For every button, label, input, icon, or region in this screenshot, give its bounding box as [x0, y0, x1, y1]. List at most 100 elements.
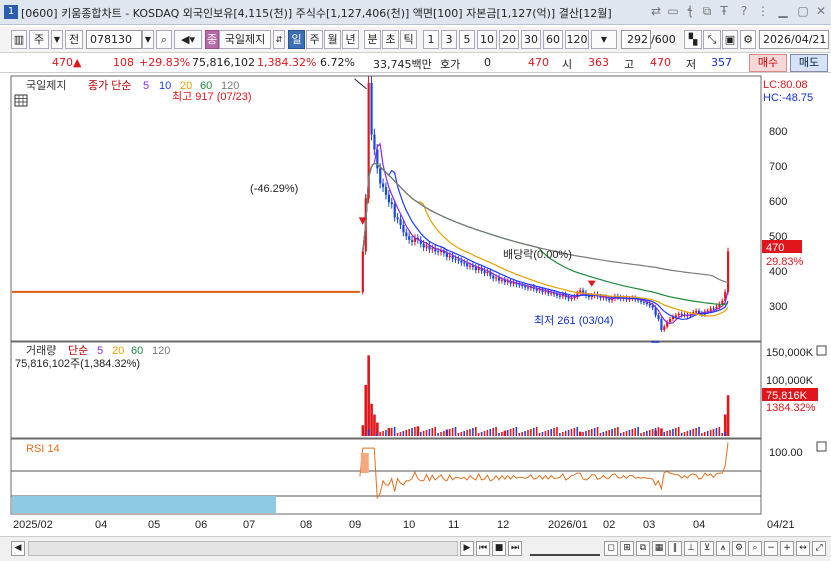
code-dropdown-icon[interactable]: ▼: [142, 30, 154, 49]
price-tick-600: 600: [769, 196, 787, 208]
interval-1[interactable]: 1: [423, 30, 439, 49]
tab-week[interactable]: 주: [306, 30, 323, 49]
stop-icon[interactable]: ■: [492, 541, 506, 556]
candle-body: [645, 302, 649, 304]
help-icon[interactable]: ?: [737, 4, 751, 19]
bottom-scroll-bar: ◀ ▶ ⏮ ■ ⏭ ◻ ⊞ ⧉ ▦ ‖ ⊥ ⊻ ⩚ ⚙ ⌕ − + ↔ ⤢: [0, 536, 831, 561]
interval-60[interactable]: 60: [543, 30, 563, 49]
interval-dropdown[interactable]: ▼: [591, 30, 617, 49]
scroll-track[interactable]: [28, 541, 458, 556]
search-icon[interactable]: ⌕: [156, 30, 172, 49]
period-icon[interactable]: ⊻: [700, 541, 714, 556]
refresh-icon[interactable]: ⇵: [273, 30, 285, 49]
date-input[interactable]: 2026/04/21: [759, 30, 829, 49]
volume-bar-small: [518, 433, 521, 436]
volume-bar-small: [585, 431, 587, 436]
chart-area[interactable]: 국일제지 종가 단순 5 10 20 60 120 LC:80.08 HC:-4…: [0, 74, 831, 536]
volume-bar-small: [564, 431, 567, 436]
volume-bar-small: [440, 432, 442, 436]
fullscreen-icon[interactable]: ⤢: [812, 541, 826, 556]
minimize-icon[interactable]: ▁: [776, 4, 790, 19]
count-input[interactable]: 292: [621, 30, 651, 49]
first-page-icon[interactable]: ⏮: [476, 541, 490, 556]
gear-icon[interactable]: ⚙: [740, 30, 756, 49]
chart-settings-icon[interactable]: ⚙: [732, 541, 746, 556]
volume-bar-small: [469, 429, 471, 436]
volume-bar-small: [448, 429, 451, 436]
tab-month[interactable]: 월: [324, 30, 341, 49]
layout-icon[interactable]: ⧉: [700, 4, 714, 19]
last-page-icon[interactable]: ⏭: [508, 541, 522, 556]
zoom-reset-icon[interactable]: ◻: [604, 541, 618, 556]
save-icon[interactable]: ▣: [722, 30, 738, 49]
quote-label: 호가: [440, 58, 461, 71]
link-icon[interactable]: ⇄: [649, 4, 663, 19]
volume-bar-small: [408, 429, 410, 436]
window-number-badge: 1: [4, 5, 18, 19]
maximize-icon[interactable]: ▢: [796, 4, 810, 19]
volume-bar-small: [486, 430, 489, 436]
candle-toggle-icon[interactable]: ▦: [652, 541, 666, 556]
volume-bar-small: [475, 427, 477, 436]
code-input[interactable]: 078130: [86, 30, 142, 49]
layout-toggle-icon[interactable]: ⧉: [636, 541, 650, 556]
zoom-search-icon[interactable]: ⌕: [748, 541, 762, 556]
interval-10[interactable]: 10: [477, 30, 497, 49]
candle-body: [524, 285, 527, 288]
volume-bar-small: [437, 433, 439, 436]
zoom-out-icon[interactable]: −: [764, 541, 778, 556]
volume-bar-small: [550, 429, 552, 436]
low-label: 저: [686, 58, 697, 71]
interval-3[interactable]: 3: [441, 30, 457, 49]
last-price-pct: 29.83%: [766, 256, 804, 268]
font-icon[interactable]: Ŧ: [717, 4, 731, 19]
settings-icon[interactable]: ⋮: [756, 4, 770, 19]
rsi-panel-close-icon[interactable]: [816, 441, 827, 452]
draw-icon[interactable]: ⤡: [703, 30, 721, 49]
window-icon[interactable]: ▭: [666, 4, 680, 19]
scroll-right-icon[interactable]: ▶: [460, 541, 474, 556]
zoom-in-icon[interactable]: +: [780, 541, 794, 556]
volume-bar-small: [680, 433, 683, 436]
prev-button[interactable]: 전: [65, 30, 83, 49]
chart-type-icon[interactable]: ▥: [11, 30, 27, 49]
interval-20[interactable]: 20: [499, 30, 519, 49]
candle-body: [390, 202, 393, 205]
table-view-icon[interactable]: [14, 94, 28, 107]
indicator-icon[interactable]: ⩚: [716, 541, 730, 556]
tab-second[interactable]: 초: [382, 30, 399, 49]
close-icon[interactable]: ✕: [814, 4, 828, 19]
volume-bar-small: [648, 430, 651, 436]
tab-tick[interactable]: 틱: [400, 30, 417, 49]
volume-bar-small: [530, 429, 532, 436]
zoom-slider[interactable]: [530, 541, 600, 556]
volume-bar-small: [596, 427, 599, 436]
x-label-10: 10: [403, 519, 415, 531]
tab-minute[interactable]: 분: [364, 30, 381, 49]
expand-icon[interactable]: ↔: [796, 541, 810, 556]
candle-body: [448, 255, 451, 257]
interval-30[interactable]: 30: [521, 30, 541, 49]
x-label-2026-01: 2026/01: [548, 519, 588, 531]
candle-style-icon[interactable]: ▚: [684, 30, 702, 49]
scale-icon[interactable]: ⊥: [684, 541, 698, 556]
tab-day[interactable]: 일: [288, 30, 305, 49]
market-dropdown-icon[interactable]: ▼: [51, 30, 63, 49]
buy-button[interactable]: 매수: [749, 54, 787, 72]
scroll-left-icon[interactable]: ◀: [11, 541, 25, 556]
text-icon[interactable]: ꞎ: [683, 4, 697, 19]
speaker-icon[interactable]: ◀▾: [174, 30, 202, 49]
volume-bar-small: [559, 433, 561, 436]
interval-5[interactable]: 5: [459, 30, 475, 49]
volume-bar-small: [547, 430, 550, 436]
volume-pct: 1,384.32%: [257, 56, 317, 69]
grid-icon[interactable]: ⊞: [620, 541, 634, 556]
tab-year[interactable]: 년: [342, 30, 359, 49]
sell-button[interactable]: 매도: [790, 54, 828, 72]
market-select[interactable]: 주: [29, 30, 49, 49]
volume-panel-close-icon[interactable]: [816, 345, 827, 356]
issue-name[interactable]: 국일제지: [219, 30, 271, 49]
interval-120[interactable]: 120: [565, 30, 589, 49]
volume-bar-small: [672, 429, 674, 436]
bar-toggle-icon[interactable]: ‖: [668, 541, 682, 556]
